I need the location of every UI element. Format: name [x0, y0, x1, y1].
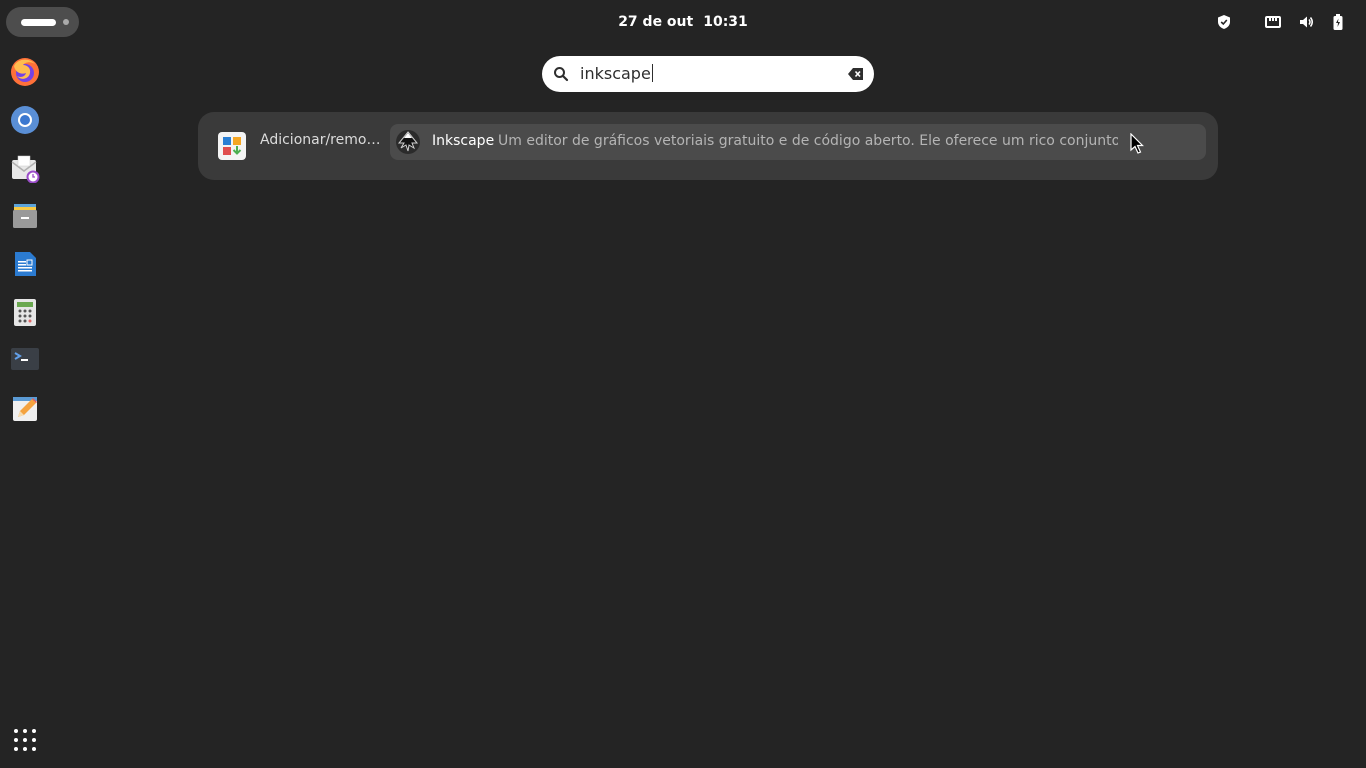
search-input[interactable]: inkscape [542, 56, 874, 92]
files-icon [13, 204, 37, 228]
mouse-pointer-icon [1130, 133, 1144, 154]
chromium-icon [11, 106, 39, 134]
text-editor-icon [13, 397, 37, 421]
activities-button[interactable] [6, 7, 79, 37]
search-result-inkscape[interactable]: Inkscape Um editor de gráficos vetoriais… [390, 124, 1206, 160]
software-center-icon [218, 132, 246, 160]
workspace-indicator [63, 19, 69, 25]
result-title: Inkscape [432, 133, 495, 149]
text-caret [651, 64, 653, 82]
search-icon [554, 67, 569, 82]
dock-item-files[interactable] [7, 198, 43, 234]
mail-icon [11, 155, 40, 183]
inkscape-icon [396, 130, 420, 154]
provider-software-center[interactable] [218, 132, 246, 160]
app-grid-icon [14, 729, 36, 751]
search-text: inkscape [580, 63, 653, 85]
dock-item-calculator[interactable] [7, 294, 43, 330]
dock-item-firefox[interactable] [7, 54, 43, 90]
dock-item-writer[interactable] [7, 246, 43, 282]
network-wired-icon[interactable] [1263, 12, 1283, 32]
dock-item-mail[interactable] [7, 150, 43, 186]
workspace-active-indicator [21, 19, 56, 26]
clock-date: 27 de out [618, 14, 694, 30]
clock: 27 de out 10:31 [0, 0, 1366, 44]
volume-icon[interactable] [1296, 12, 1316, 32]
clock-button[interactable]: 27 de out 10:31 [610, 10, 756, 34]
terminal-icon [11, 348, 39, 370]
battery-icon[interactable] [1328, 12, 1348, 32]
show-apps-button[interactable] [13, 728, 37, 752]
calculator-icon [14, 299, 36, 326]
clock-time: 10:31 [703, 14, 748, 30]
clear-icon[interactable] [847, 66, 865, 82]
dock-item-terminal[interactable] [7, 341, 43, 377]
dock-item-chromium[interactable] [7, 102, 43, 138]
firefox-icon [11, 58, 39, 86]
search-value: inkscape [580, 64, 651, 83]
provider-label[interactable]: Adicionar/remo… [260, 132, 380, 148]
dock-item-text-editor[interactable] [7, 390, 43, 426]
shield-icon[interactable] [1214, 12, 1234, 32]
top-bar: 27 de out 10:31 [0, 0, 1366, 44]
search-results-panel: Adicionar/remo… Inkscape Um editor de gr… [198, 112, 1218, 180]
result-description: Um editor de gráficos vetoriais gratuito… [498, 133, 1118, 149]
writer-icon [15, 252, 36, 276]
